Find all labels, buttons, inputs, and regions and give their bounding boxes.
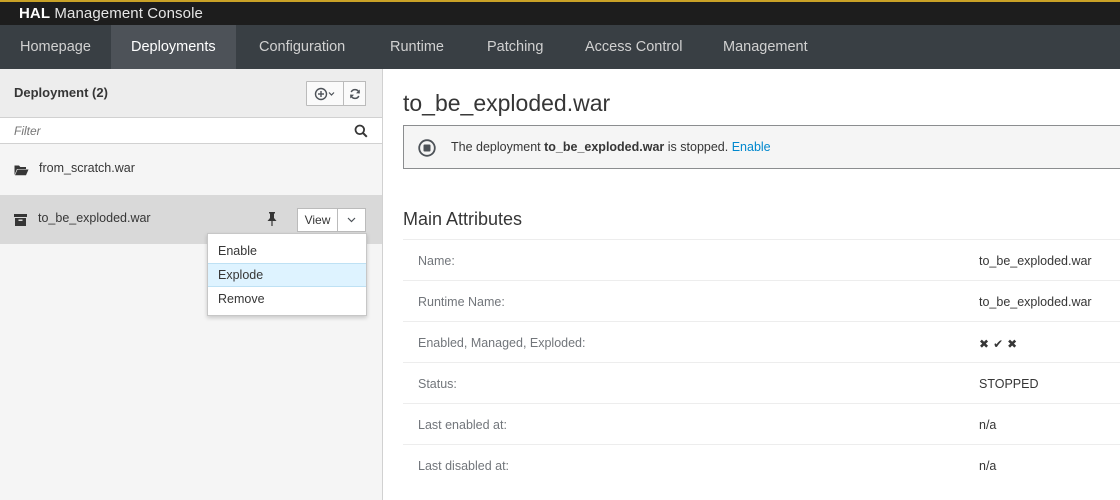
attribute-value: n/a: [979, 459, 997, 473]
brand-rest: Management Console: [54, 5, 203, 22]
flag-icons: ✖ ✔ ✖: [979, 337, 1017, 351]
view-button[interactable]: View: [297, 208, 338, 232]
search-icon[interactable]: [354, 124, 368, 138]
stop-icon: [418, 139, 436, 157]
chevron-down-icon: [347, 217, 356, 223]
page-title: to_be_exploded.war: [403, 90, 611, 116]
brand-bold: HAL: [19, 5, 51, 22]
menu-item-remove[interactable]: Remove: [208, 287, 366, 311]
refresh-icon: [349, 88, 360, 99]
not-exploded-x-icon: ✖: [1007, 337, 1018, 351]
managed-check-icon: ✔: [993, 337, 1004, 351]
alert-message: The deployment to_be_exploded.war is sto…: [451, 140, 771, 154]
attribute-key: Enabled, Managed, Exploded:: [418, 336, 586, 350]
deployment-detail: to_be_exploded.war The deployment to_be_…: [384, 69, 1120, 500]
attribute-row: Name: to_be_exploded.war: [403, 239, 1120, 280]
attribute-key: Last disabled at:: [418, 459, 510, 473]
top-nav: Homepage Deployments Configuration Runti…: [0, 25, 1120, 69]
brand-bar: HAL Management Console: [0, 0, 1120, 25]
attribute-row: Runtime Name: to_be_exploded.war: [403, 280, 1120, 321]
status-alert: The deployment to_be_exploded.war is sto…: [403, 125, 1120, 169]
nav-patching[interactable]: Patching: [467, 25, 563, 69]
deployment-list-title: Deployment (2): [14, 85, 108, 100]
alert-prefix: The deployment: [451, 140, 545, 154]
filter-row: [0, 118, 382, 144]
attribute-row: Last enabled at: n/a: [403, 403, 1120, 444]
nav-homepage[interactable]: Homepage: [0, 25, 111, 69]
attribute-row: Last disabled at: n/a: [403, 444, 1120, 485]
item-actions-dropdown-toggle[interactable]: [337, 208, 366, 232]
section-title: Main Attributes: [403, 209, 523, 229]
attribute-key: Runtime Name:: [418, 295, 505, 309]
filter-input[interactable]: [0, 118, 350, 143]
alert-suffix: is stopped.: [664, 140, 732, 154]
attribute-key: Last enabled at:: [418, 418, 507, 432]
app-title[interactable]: HAL Management Console: [19, 5, 203, 22]
list-item-label: to_be_exploded.war: [38, 211, 151, 225]
disabled-x-icon: ✖: [979, 337, 990, 351]
attribute-value: n/a: [979, 418, 997, 432]
folder-open-icon: [14, 165, 29, 176]
item-actions-menu: Enable Explode Remove: [207, 233, 367, 316]
list-item-label: from_scratch.war: [39, 161, 135, 175]
attribute-value: to_be_exploded.war: [979, 295, 1092, 309]
nav-configuration[interactable]: Configuration: [239, 25, 365, 69]
refresh-button[interactable]: [344, 81, 366, 106]
attribute-key: Name:: [418, 254, 455, 268]
attribute-value: to_be_exploded.war: [979, 254, 1092, 268]
header-button-group: [306, 81, 366, 106]
add-deployment-button[interactable]: [306, 81, 344, 106]
list-item-from-scratch[interactable]: from_scratch.war: [0, 145, 382, 194]
nav-deployments[interactable]: Deployments: [111, 25, 236, 69]
alert-deployment-name: to_be_exploded.war: [544, 140, 665, 154]
plus-circle-icon: [314, 87, 335, 100]
deployment-list-header: Deployment (2): [0, 69, 382, 118]
attribute-row: Enabled, Managed, Exploded: ✖ ✔ ✖: [403, 321, 1120, 362]
nav-access-control[interactable]: Access Control: [565, 25, 703, 69]
enable-link[interactable]: Enable: [732, 140, 771, 154]
archive-icon: [14, 214, 27, 226]
nav-management[interactable]: Management: [703, 25, 828, 69]
nav-runtime[interactable]: Runtime: [370, 25, 464, 69]
attribute-value: STOPPED: [979, 377, 1039, 391]
attribute-row: Status: STOPPED: [403, 362, 1120, 403]
menu-item-enable[interactable]: Enable: [208, 239, 366, 263]
attribute-key: Status:: [418, 377, 457, 391]
pin-icon[interactable]: [266, 212, 278, 226]
menu-item-explode[interactable]: Explode: [208, 263, 366, 287]
